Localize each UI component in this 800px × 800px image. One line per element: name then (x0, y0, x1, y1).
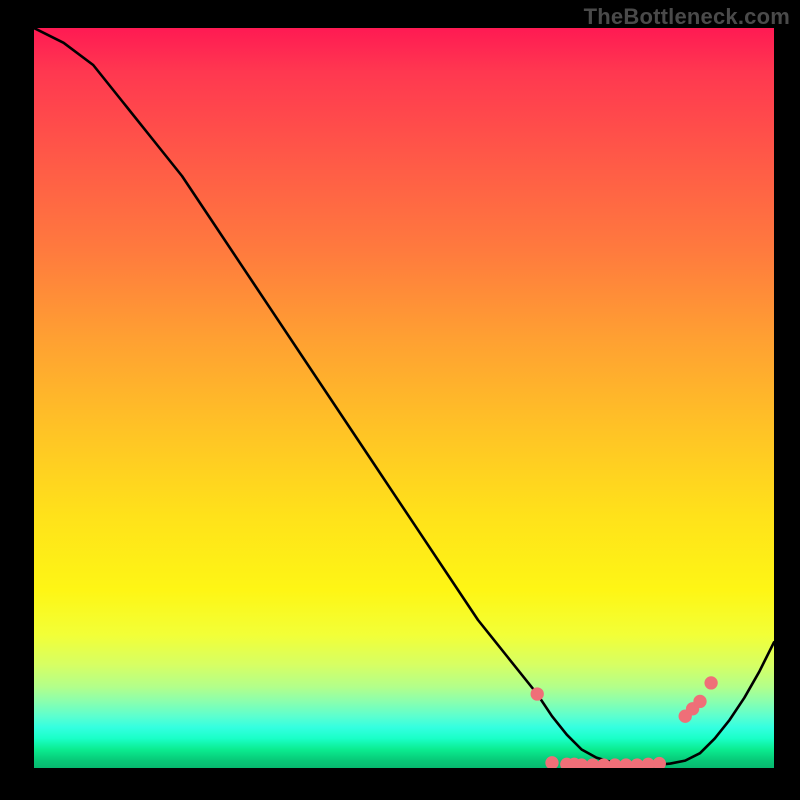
marker-dot (704, 676, 717, 689)
marker-dot (545, 756, 558, 768)
watermark-label: TheBottleneck.com (584, 4, 790, 30)
bottleneck-curve (34, 28, 774, 765)
plot-area (34, 28, 774, 768)
marker-dot (531, 687, 544, 700)
marker-dot (653, 757, 666, 768)
marker-dot (693, 695, 706, 708)
marker-group (531, 676, 718, 768)
curve-layer (34, 28, 774, 768)
chart-frame: TheBottleneck.com (0, 0, 800, 800)
